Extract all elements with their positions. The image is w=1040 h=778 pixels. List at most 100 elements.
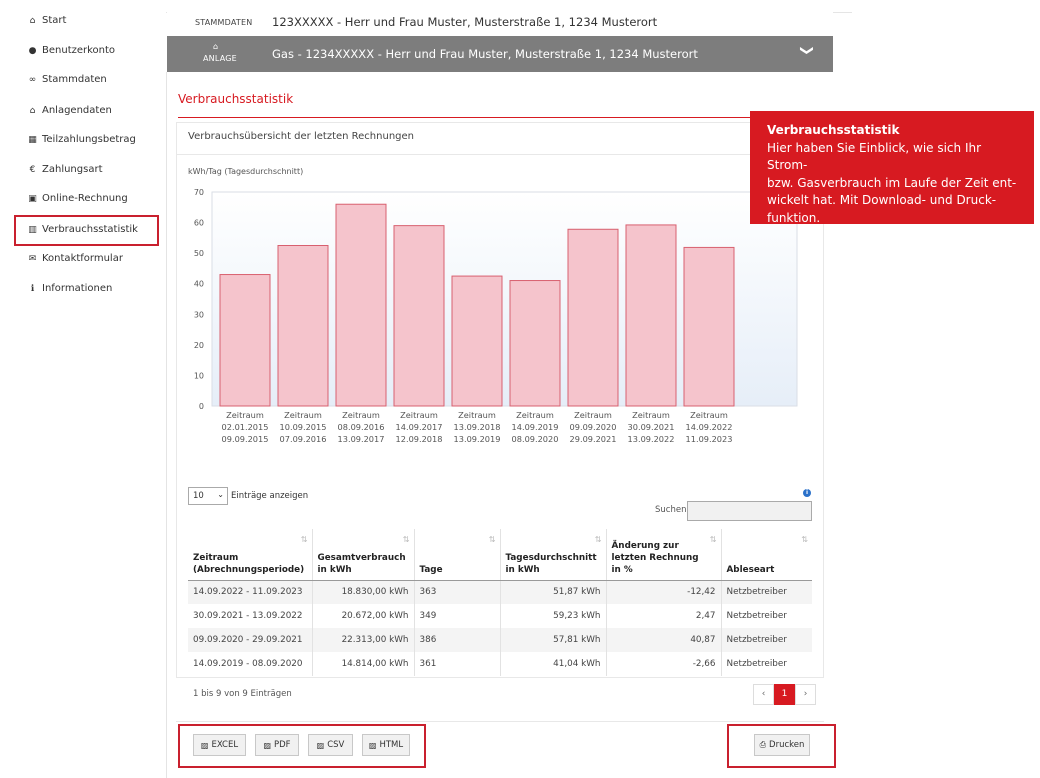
anlage-text: Gas - 1234XXXXX - Herr und Frau Muster, …: [272, 47, 698, 61]
calculator-icon: ▦: [28, 134, 37, 145]
sidebar-item-label: Teilzahlungsbetrag: [42, 134, 136, 145]
sidebar-item-teilzahlungsbetrag[interactable]: ▦ Teilzahlungsbetrag: [28, 134, 136, 145]
search-input[interactable]: [687, 501, 812, 521]
x-tick-label: 14.09.2017: [396, 422, 443, 432]
sort-icon: ⇅: [709, 535, 717, 544]
cell-tagesdurchschnitt: 59,23 kWh: [500, 604, 607, 628]
cell-tagesdurchschnitt: 51,87 kWh: [500, 580, 607, 604]
header-line: Tage: [419, 564, 443, 575]
stammdaten-text: 123XXXXX - Herr und Frau Muster, Musters…: [272, 15, 658, 29]
sidebar-item-online-rechnung[interactable]: ▣ Online-Rechnung: [28, 193, 127, 204]
x-tick-label: 13.09.2019: [454, 434, 501, 444]
sidebar-item-start[interactable]: ⌂ Start: [28, 15, 67, 26]
sidebar-item-label: Benutzerkonto: [42, 45, 116, 56]
sidebar-item-zahlungsart[interactable]: € Zahlungsart: [28, 164, 103, 175]
header-line: Tagesdurchschnitt: [505, 552, 597, 563]
x-tick-label: Zeitraum: [574, 410, 612, 420]
sort-icon: ⇅: [594, 535, 602, 544]
bar: [335, 203, 387, 407]
handshake-icon: ∞: [28, 74, 37, 85]
header-line: in kWh: [505, 564, 540, 575]
page-size-select[interactable]: 10 ⌄: [188, 487, 228, 505]
x-tick-label: Zeitraum: [226, 410, 264, 420]
header-line: in %: [611, 564, 633, 575]
sidebar-item-benutzerkonto[interactable]: ● Benutzerkonto: [28, 45, 116, 56]
cell-zeitraum: 30.09.2021 - 13.09.2022: [188, 604, 313, 628]
x-tick-label: Zeitraum: [342, 410, 380, 420]
document-icon: ▣: [28, 193, 37, 204]
column-header-tage[interactable]: ⇅ Tage: [414, 529, 501, 581]
y-tick-label: 60: [194, 219, 204, 228]
y-tick-label: 0: [199, 402, 204, 411]
x-tick-label: 30.09.2021: [628, 422, 675, 432]
bottom-divider: [176, 721, 824, 722]
panel-title: Verbrauchsübersicht der letzten Rechnung…: [188, 131, 414, 142]
table-row: 14.09.2022 - 11.09.2023 18.830,00 kWh 36…: [188, 580, 812, 604]
stammdaten-bar[interactable]: STAMMDATEN 123XXXXX - Herr und Frau Must…: [167, 12, 833, 35]
header-line: letzten Rechnung: [611, 552, 699, 563]
header-line: Gesamtverbrauch: [317, 552, 406, 563]
cell-tage: 361: [414, 652, 501, 676]
page-size-value: 10: [193, 491, 204, 501]
y-tick-label: 30: [194, 310, 204, 319]
header-line: Änderung zur: [611, 540, 679, 551]
table-info: 1 bis 9 von 9 Einträgen: [193, 689, 292, 699]
x-tick-label: Zeitraum: [284, 410, 322, 420]
bar: [451, 275, 503, 407]
x-tick-label: 13.09.2022: [628, 434, 675, 444]
column-header-tagesdurchschnitt[interactable]: ⇅ Tagesdurchschnitt in kWh: [500, 529, 607, 581]
cell-ableseart: Netzbetreiber: [721, 580, 812, 604]
chevron-down-icon: ⌄: [217, 490, 224, 499]
sidebar-item-stammdaten[interactable]: ∞ Stammdaten: [28, 74, 107, 85]
header-line: (Abrechnungsperiode): [193, 564, 305, 575]
x-tick-label: Zeitraum: [458, 410, 496, 420]
sidebar-item-label: Stammdaten: [42, 74, 107, 85]
info-icon: ℹ: [30, 283, 35, 294]
column-header-aenderung[interactable]: ⇅ Änderung zur letzten Rechnung in %: [606, 529, 722, 581]
chevron-down-icon[interactable]: ❯: [799, 45, 814, 56]
x-tick-label: Zeitraum: [632, 410, 670, 420]
table-header-row: ⇅ Zeitraum (Abrechnungsperiode) ⇅ Gesamtver…: [188, 529, 812, 581]
sort-icon: ⇅: [300, 535, 308, 544]
column-header-zeitraum[interactable]: ⇅ Zeitraum (Abrechnungsperiode): [188, 529, 313, 581]
sidebar-item-anlagendaten[interactable]: ⌂ Anlagendaten: [28, 105, 112, 116]
x-tick-label: 08.09.2016: [338, 422, 385, 432]
user-icon: ●: [28, 45, 37, 56]
sidebar-item-label: Kontaktformular: [42, 253, 123, 264]
column-header-gesamtverbrauch[interactable]: ⇅ Gesamtverbrauch in kWh: [312, 529, 415, 581]
bar: [393, 225, 445, 407]
cell-gesamtverbrauch: 20.672,00 kWh: [312, 604, 415, 628]
x-tick-label: 13.09.2018: [454, 422, 501, 432]
x-tick-label: 13.09.2017: [338, 434, 385, 444]
cell-gesamtverbrauch: 14.814,00 kWh: [312, 652, 415, 676]
info-icon[interactable]: i: [803, 489, 811, 497]
anlage-label: ANLAGE: [203, 54, 237, 63]
home-icon: ⌂: [29, 105, 36, 116]
table-row: 09.09.2020 - 29.09.2021 22.313,00 kWh 38…: [188, 628, 812, 652]
callout-title: Verbrauchsstatistik: [767, 123, 900, 137]
sidebar-highlight-frame: [14, 215, 159, 246]
cell-ableseart: Netzbetreiber: [726, 659, 787, 669]
header-line: Zeitraum: [193, 552, 239, 563]
home-icon: ⌂: [29, 15, 36, 26]
table-row: 30.09.2021 - 13.09.2022 20.672,00 kWh 34…: [188, 604, 812, 628]
bar: [683, 246, 735, 407]
anlage-bar[interactable]: ⌂ ANLAGE Gas - 1234XXXXX - Herr und Frau…: [167, 36, 833, 72]
sidebar-item-informationen[interactable]: ℹ Informationen: [28, 283, 113, 294]
main-left-border: [166, 72, 167, 778]
x-tick-label: 14.09.2019: [512, 422, 559, 432]
x-tick-label: 29.09.2021: [570, 434, 617, 444]
bar: [277, 245, 329, 407]
column-header-ableseart[interactable]: ⇅ Ableseart: [721, 529, 812, 581]
sidebar-item-label: Informationen: [42, 283, 113, 294]
pagination-page-1[interactable]: 1: [774, 684, 795, 705]
pagination-prev[interactable]: ‹: [753, 684, 774, 705]
y-tick-label: 40: [194, 280, 204, 289]
y-tick-label: 20: [194, 341, 204, 350]
sidebar-item-kontaktformular[interactable]: ✉ Kontaktformular: [28, 253, 123, 264]
cell-tage: 386: [414, 628, 501, 652]
x-tick-label: Zeitraum: [400, 410, 438, 420]
cell-gesamtverbrauch: 18.830,00 kWh: [312, 580, 415, 604]
pagination-next[interactable]: ›: [795, 684, 816, 705]
sort-icon: ⇅: [488, 535, 496, 544]
